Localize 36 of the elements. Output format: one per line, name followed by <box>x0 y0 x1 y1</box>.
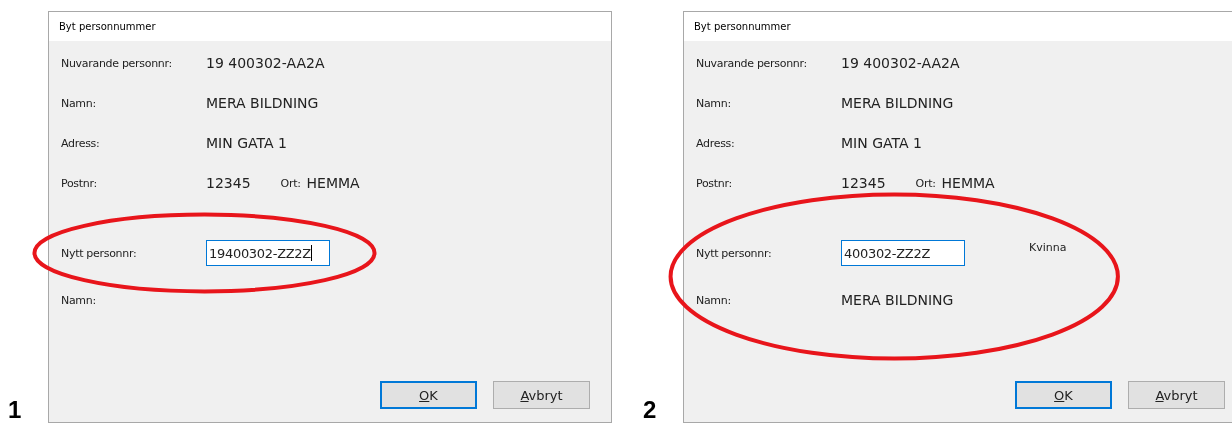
field-value: MIN GATA 1 <box>206 135 287 151</box>
step-number: 2 <box>643 398 657 422</box>
field-label: Nuvarande personnr: <box>696 56 808 70</box>
field-label: Namn: <box>696 293 732 307</box>
field-label: Ort: <box>280 176 301 190</box>
field-label: Namn: <box>61 96 97 110</box>
field-value: MERA BILDNING <box>841 292 954 308</box>
field-label: Nytt personnr: <box>61 246 138 260</box>
field-label: Ort: <box>915 176 936 190</box>
field-value: 12345 <box>206 175 251 191</box>
field-value: MERA BILDNING <box>206 95 319 111</box>
ok-button[interactable]: OK <box>1015 381 1112 409</box>
field-value: 12345 <box>841 175 886 191</box>
step-number: 1 <box>8 398 22 422</box>
field-value: MERA BILDNING <box>841 95 954 111</box>
field-label: Postnr: <box>61 176 98 190</box>
field-value: HEMMA <box>306 175 360 191</box>
gender-text: Kvinna <box>1029 241 1067 254</box>
cancel-button[interactable]: Avbryt <box>1128 381 1225 409</box>
field-label: Namn: <box>696 96 732 110</box>
input-field[interactable]: 19400302-ZZ2Z <box>206 240 330 266</box>
window-title: Byt personnummer <box>694 21 791 32</box>
field-value: HEMMA <box>941 175 995 191</box>
field-label: Postnr: <box>696 176 733 190</box>
window-title: Byt personnummer <box>59 21 156 32</box>
field-label: Nytt personnr: <box>696 246 773 260</box>
field-value: 19 400302-AA2A <box>841 55 960 71</box>
field-label: Nuvarande personnr: <box>61 56 173 70</box>
ok-button[interactable]: OK <box>380 381 477 409</box>
field-label: Namn: <box>61 293 97 307</box>
field-value: MIN GATA 1 <box>841 135 922 151</box>
cancel-button[interactable]: Avbryt <box>493 381 590 409</box>
field-label: Adress: <box>696 136 736 150</box>
field-value: 19 400302-AA2A <box>206 55 325 71</box>
field-label: Adress: <box>61 136 101 150</box>
input-field[interactable]: 400302-ZZ2Z <box>841 240 965 266</box>
